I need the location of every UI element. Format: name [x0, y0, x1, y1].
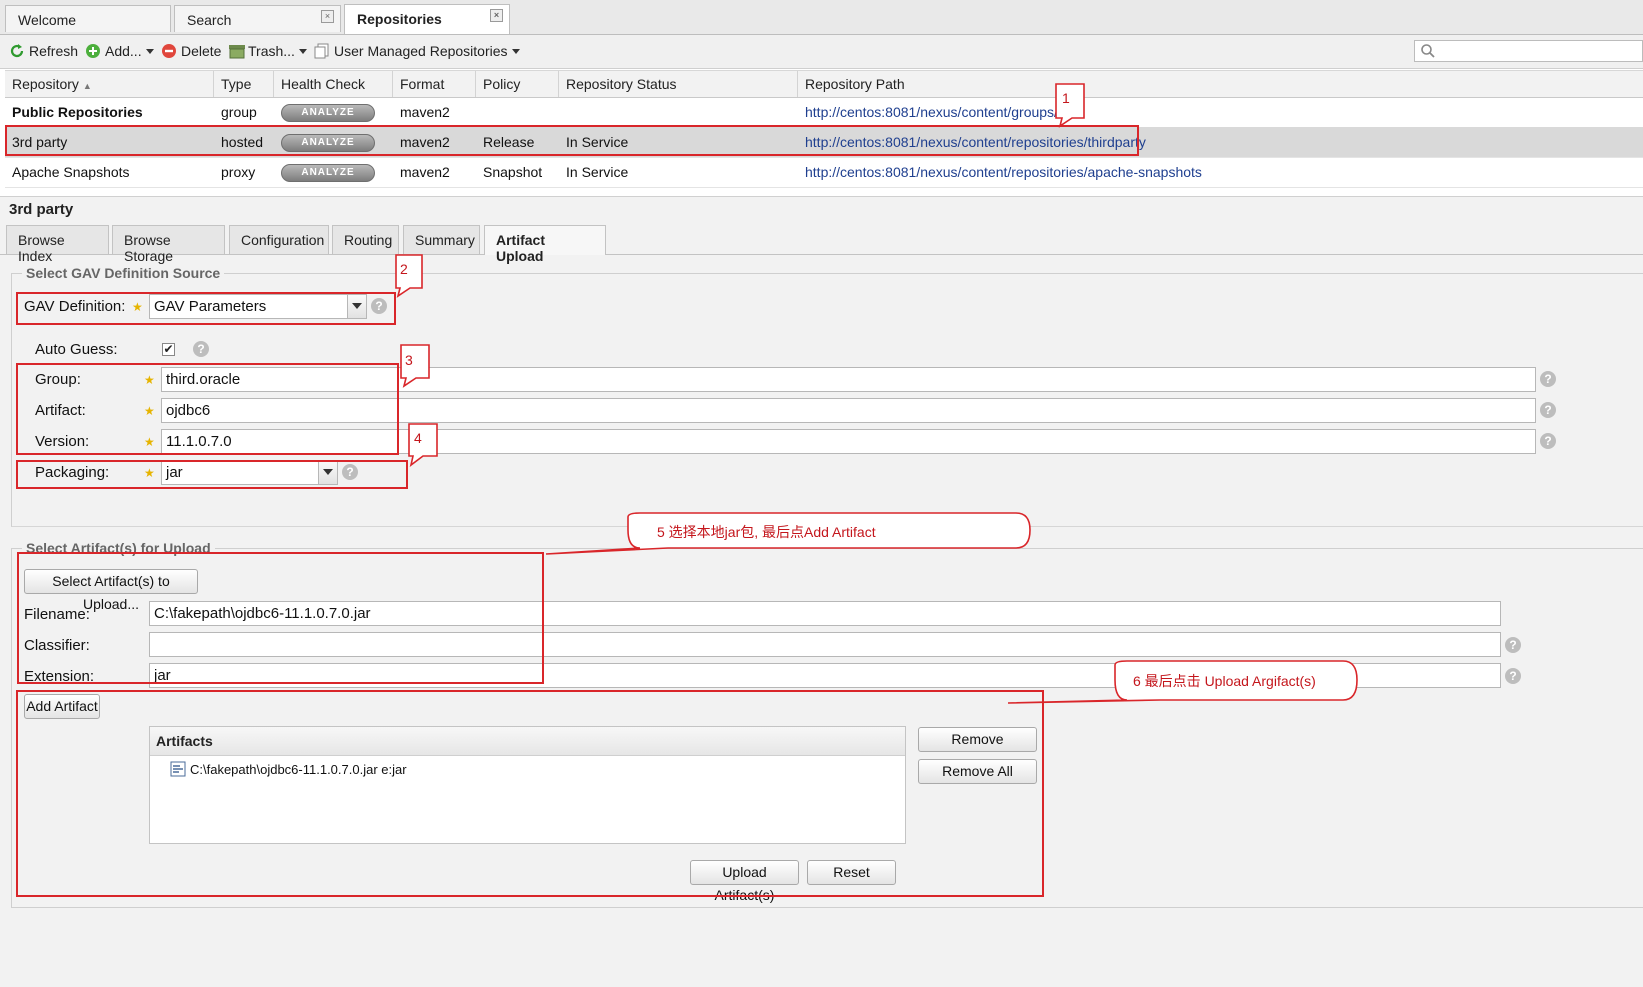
callout-bubble-1	[1055, 83, 1085, 128]
callout-label-1: 1	[1062, 90, 1070, 106]
callout-label-2: 2	[400, 261, 408, 277]
callout-label-3: 3	[405, 352, 413, 368]
callout-label-4: 4	[414, 430, 422, 446]
callout-label-6: 6 最后点击 Upload Argifact(s)	[1133, 673, 1316, 689]
callout-label-5: 5 选择本地jar包, 最后点Add Artifact	[657, 524, 876, 540]
annotation-callouts	[395, 83, 1358, 704]
